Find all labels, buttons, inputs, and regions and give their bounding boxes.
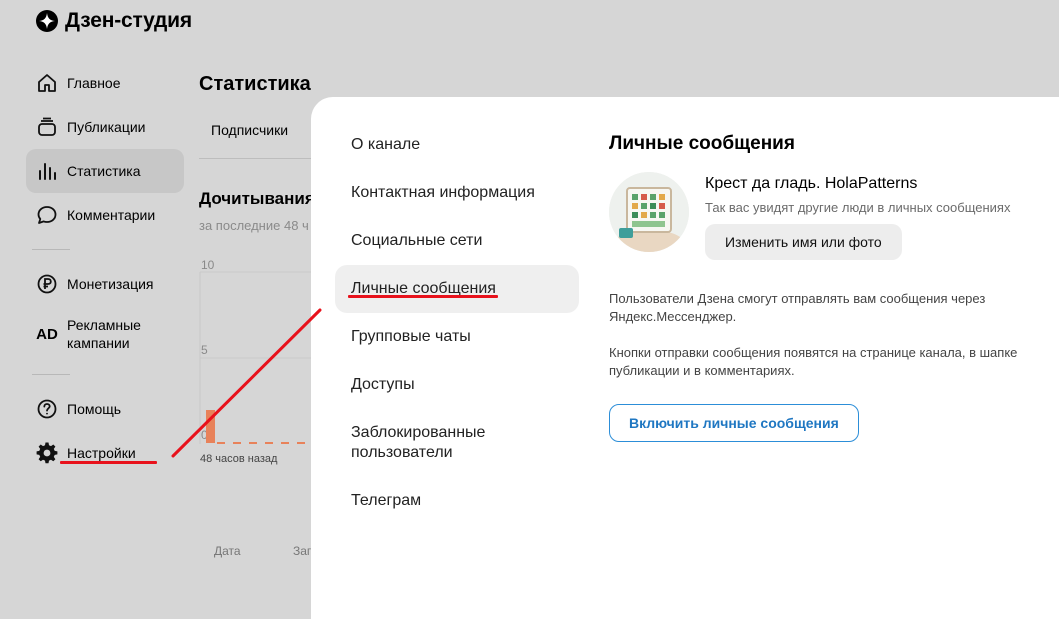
menu-item-telegram[interactable]: Телеграм (335, 477, 579, 525)
menu-item-access[interactable]: Доступы (335, 361, 579, 409)
sidebar-item-label: Комментарии (67, 207, 156, 223)
menu-item-group-chats[interactable]: Групповые чаты (335, 313, 579, 361)
stats-icon (36, 160, 58, 182)
channel-profile: Крест да гладь. HolaPatterns Так вас уви… (609, 172, 1059, 260)
sidebar-item-home[interactable]: Главное (26, 61, 184, 105)
ruble-icon (36, 273, 58, 295)
section-title: Дочитывания (199, 189, 311, 208)
settings-menu: О канале Контактная информация Социальны… (335, 121, 579, 525)
comment-icon (36, 204, 58, 226)
menu-item-contacts[interactable]: Контактная информация (335, 169, 579, 217)
section-subtitle: за последние 48 ч (199, 218, 309, 233)
tab-divider (199, 158, 311, 159)
channel-avatar (609, 172, 689, 252)
sidebar-item-ad-campaigns[interactable]: AD Рекламные кампании (26, 306, 184, 362)
channel-hint: Так вас увидят другие люди в личных сооб… (705, 200, 1011, 215)
ad-icon: AD (36, 325, 58, 343)
settings-modal: О канале Контактная информация Социальны… (311, 97, 1059, 619)
sidebar-item-label: Настройки (67, 445, 136, 461)
sidebar-item-label: Главное (67, 75, 121, 91)
menu-item-blocked-users[interactable]: Заблокированные пользователи (335, 409, 505, 477)
change-name-photo-button[interactable]: Изменить имя или фото (705, 224, 902, 260)
sidebar: Главное Публикации Статистика Комментари… (26, 61, 184, 475)
sidebar-item-label: Помощь (67, 401, 122, 417)
menu-item-private-messages[interactable]: Личные сообщения (335, 265, 579, 313)
sidebar-item-publications[interactable]: Публикации (26, 105, 184, 149)
info-paragraph: Кнопки отправки сообщения появятся на ст… (609, 345, 1018, 378)
tab-subscribers[interactable]: Подписчики (211, 122, 288, 138)
sidebar-item-monetization[interactable]: Монетизация (26, 262, 184, 306)
sidebar-item-settings[interactable]: Настройки (26, 431, 184, 475)
gear-icon (36, 442, 58, 464)
sidebar-item-label: Рекламные кампании (67, 317, 141, 351)
panel-title: Личные сообщения (609, 133, 795, 154)
home-icon (36, 72, 58, 94)
help-icon (36, 398, 58, 420)
private-messages-panel: Личные сообщения Крест да гладь. HolaPat… (609, 133, 1059, 442)
app-title: Дзен-студия (65, 9, 192, 32)
table-header-title: Заг (293, 544, 312, 558)
channel-name: Крест да гладь. HolaPatterns (705, 175, 918, 192)
sidebar-item-label: Монетизация (67, 276, 154, 292)
menu-item-social[interactable]: Социальные сети (335, 217, 579, 265)
annotation-underline-settings (60, 461, 157, 464)
chart-bar (206, 410, 215, 443)
sidebar-divider (32, 249, 70, 250)
chart-plot (199, 271, 311, 444)
app-logo[interactable]: Дзен-студия (36, 9, 192, 33)
menu-item-about[interactable]: О канале (335, 121, 579, 169)
sidebar-item-label: Статистика (67, 163, 141, 179)
sidebar-item-help[interactable]: Помощь (26, 387, 184, 431)
publications-icon (36, 116, 58, 138)
sidebar-item-label: Публикации (67, 119, 146, 135)
annotation-underline-menu (348, 295, 498, 298)
info-paragraph: Пользователи Дзена смогут отправлять вам… (609, 291, 986, 324)
enable-messages-button[interactable]: Включить личные сообщения (609, 404, 859, 442)
channel-info: Крест да гладь. HolaPatterns Так вас уви… (705, 172, 1010, 260)
zen-logo-icon (36, 10, 58, 32)
sidebar-item-comments[interactable]: Комментарии (26, 193, 184, 237)
sidebar-item-stats[interactable]: Статистика (26, 149, 184, 193)
table-header-date: Дата (214, 544, 241, 558)
page-title: Статистика (199, 73, 311, 95)
reads-chart: 10 5 0 (199, 258, 311, 458)
sidebar-divider (32, 374, 70, 375)
x-axis-label: 48 часов назад (200, 453, 278, 465)
